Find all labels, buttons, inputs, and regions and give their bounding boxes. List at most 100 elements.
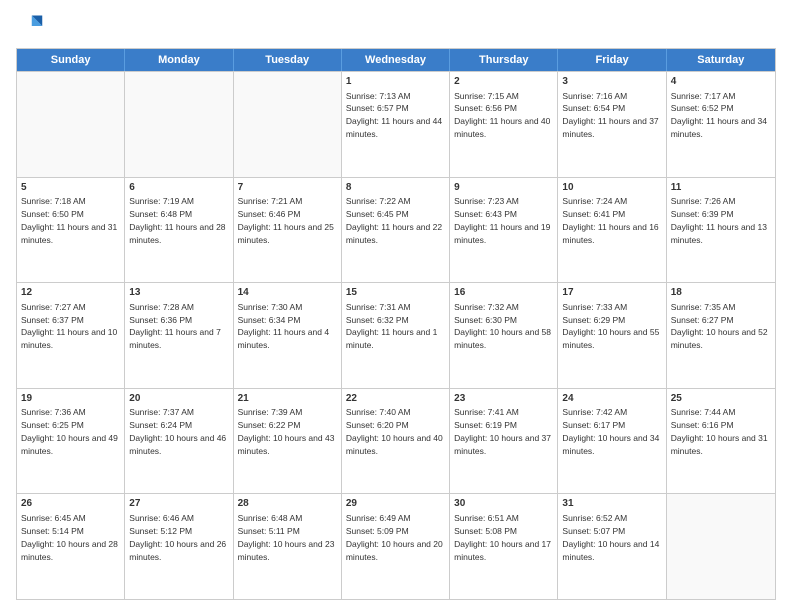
cell-text: Sunrise: 7:44 AM Sunset: 6:16 PM Dayligh… <box>671 407 768 456</box>
day-number: 15 <box>346 286 445 300</box>
day-number: 27 <box>129 497 228 511</box>
calendar-cell: 29 Sunrise: 6:49 AM Sunset: 5:09 PM Dayli… <box>342 494 450 599</box>
day-number: 3 <box>562 75 661 89</box>
calendar-row: 12Sunrise: 7:27 AM Sunset: 6:37 PM Dayli… <box>17 282 775 388</box>
calendar-cell: 23Sunrise: 7:41 AM Sunset: 6:19 PM Dayli… <box>450 389 558 494</box>
cell-text: Sunrise: 7:28 AM Sunset: 6:36 PM Dayligh… <box>129 302 221 351</box>
calendar: SundayMondayTuesdayWednesdayThursdayFrid… <box>16 48 776 600</box>
calendar-cell: 16 Sunrise: 7:32 AM Sunset: 6:30 PM Dayli… <box>450 283 558 388</box>
calendar-cell: 3 Sunrise: 7:16 AM Sunset: 6:54 PM Daylig… <box>558 72 666 177</box>
cell-text: Sunrise: 6:49 AM Sunset: 5:09 PM Dayligh… <box>346 513 443 562</box>
calendar-cell: 19Sunrise: 7:36 AM Sunset: 6:25 PM Dayli… <box>17 389 125 494</box>
calendar-cell: 27 Sunrise: 6:46 AM Sunset: 5:12 PM Dayli… <box>125 494 233 599</box>
logo <box>16 12 46 40</box>
calendar-header-cell: Friday <box>558 49 666 71</box>
cell-text: Sunrise: 7:35 AM Sunset: 6:27 PM Dayligh… <box>671 302 768 351</box>
calendar-row: 19Sunrise: 7:36 AM Sunset: 6:25 PM Dayli… <box>17 388 775 494</box>
cell-text: Sunrise: 6:45 AM Sunset: 5:14 PM Dayligh… <box>21 513 118 562</box>
cell-text: Sunrise: 7:23 AM Sunset: 6:43 PM Dayligh… <box>454 196 550 245</box>
day-number: 14 <box>238 286 337 300</box>
day-number: 4 <box>671 75 771 89</box>
day-number: 26 <box>21 497 120 511</box>
cell-text: Sunrise: 6:46 AM Sunset: 5:12 PM Dayligh… <box>129 513 226 562</box>
calendar-cell: 7Sunrise: 7:21 AM Sunset: 6:46 PM Daylig… <box>234 178 342 283</box>
calendar-row: 26 Sunrise: 6:45 AM Sunset: 5:14 PM Dayli… <box>17 493 775 599</box>
day-number: 9 <box>454 181 553 195</box>
day-number: 11 <box>671 181 771 195</box>
day-number: 17 <box>562 286 661 300</box>
cell-text: Sunrise: 6:51 AM Sunset: 5:08 PM Dayligh… <box>454 513 551 562</box>
calendar-cell: 26 Sunrise: 6:45 AM Sunset: 5:14 PM Dayli… <box>17 494 125 599</box>
calendar-cell: 24Sunrise: 7:42 AM Sunset: 6:17 PM Dayli… <box>558 389 666 494</box>
calendar-cell: 18Sunrise: 7:35 AM Sunset: 6:27 PM Dayli… <box>667 283 775 388</box>
calendar-cell <box>17 72 125 177</box>
calendar-cell: 28 Sunrise: 6:48 AM Sunset: 5:11 PM Dayli… <box>234 494 342 599</box>
calendar-cell: 20Sunrise: 7:37 AM Sunset: 6:24 PM Dayli… <box>125 389 233 494</box>
calendar-cell: 13Sunrise: 7:28 AM Sunset: 6:36 PM Dayli… <box>125 283 233 388</box>
day-number: 16 <box>454 286 553 300</box>
day-number: 22 <box>346 392 445 406</box>
day-number: 10 <box>562 181 661 195</box>
calendar-cell: 4 Sunrise: 7:17 AM Sunset: 6:52 PM Daylig… <box>667 72 775 177</box>
cell-text: Sunrise: 7:37 AM Sunset: 6:24 PM Dayligh… <box>129 407 226 456</box>
day-number: 19 <box>21 392 120 406</box>
calendar-cell: 6Sunrise: 7:19 AM Sunset: 6:48 PM Daylig… <box>125 178 233 283</box>
calendar-cell: 14 Sunrise: 7:30 AM Sunset: 6:34 PM Dayli… <box>234 283 342 388</box>
day-number: 2 <box>454 75 553 89</box>
calendar-header-cell: Saturday <box>667 49 775 71</box>
day-number: 8 <box>346 181 445 195</box>
day-number: 25 <box>671 392 771 406</box>
cell-text: Sunrise: 7:41 AM Sunset: 6:19 PM Dayligh… <box>454 407 551 456</box>
day-number: 28 <box>238 497 337 511</box>
day-number: 5 <box>21 181 120 195</box>
header <box>16 12 776 40</box>
cell-text: Sunrise: 7:15 AM Sunset: 6:56 PM Dayligh… <box>454 91 550 140</box>
day-number: 6 <box>129 181 228 195</box>
calendar-header: SundayMondayTuesdayWednesdayThursdayFrid… <box>17 49 775 71</box>
calendar-cell <box>234 72 342 177</box>
cell-text: Sunrise: 7:30 AM Sunset: 6:34 PM Dayligh… <box>238 302 330 351</box>
cell-text: Sunrise: 7:18 AM Sunset: 6:50 PM Dayligh… <box>21 196 117 245</box>
cell-text: Sunrise: 7:33 AM Sunset: 6:29 PM Dayligh… <box>562 302 659 351</box>
calendar-cell: 9Sunrise: 7:23 AM Sunset: 6:43 PM Daylig… <box>450 178 558 283</box>
cell-text: Sunrise: 7:16 AM Sunset: 6:54 PM Dayligh… <box>562 91 658 140</box>
calendar-header-cell: Wednesday <box>342 49 450 71</box>
day-number: 20 <box>129 392 228 406</box>
cell-text: Sunrise: 7:31 AM Sunset: 6:32 PM Dayligh… <box>346 302 438 351</box>
calendar-cell: 15 Sunrise: 7:31 AM Sunset: 6:32 PM Dayli… <box>342 283 450 388</box>
logo-icon <box>16 12 44 40</box>
day-number: 31 <box>562 497 661 511</box>
calendar-cell: 31 Sunrise: 6:52 AM Sunset: 5:07 PM Dayli… <box>558 494 666 599</box>
calendar-cell: 22Sunrise: 7:40 AM Sunset: 6:20 PM Dayli… <box>342 389 450 494</box>
calendar-cell: 2 Sunrise: 7:15 AM Sunset: 6:56 PM Daylig… <box>450 72 558 177</box>
day-number: 30 <box>454 497 553 511</box>
calendar-cell: 1Sunrise: 7:13 AM Sunset: 6:57 PM Daylig… <box>342 72 450 177</box>
cell-text: Sunrise: 6:48 AM Sunset: 5:11 PM Dayligh… <box>238 513 335 562</box>
calendar-cell: 11Sunrise: 7:26 AM Sunset: 6:39 PM Dayli… <box>667 178 775 283</box>
calendar-cell: 8Sunrise: 7:22 AM Sunset: 6:45 PM Daylig… <box>342 178 450 283</box>
cell-text: Sunrise: 7:26 AM Sunset: 6:39 PM Dayligh… <box>671 196 767 245</box>
cell-text: Sunrise: 6:52 AM Sunset: 5:07 PM Dayligh… <box>562 513 659 562</box>
page: SundayMondayTuesdayWednesdayThursdayFrid… <box>0 0 792 612</box>
calendar-header-cell: Sunday <box>17 49 125 71</box>
cell-text: Sunrise: 7:39 AM Sunset: 6:22 PM Dayligh… <box>238 407 335 456</box>
calendar-row: 1Sunrise: 7:13 AM Sunset: 6:57 PM Daylig… <box>17 71 775 177</box>
calendar-cell <box>125 72 233 177</box>
day-number: 29 <box>346 497 445 511</box>
calendar-cell: 5Sunrise: 7:18 AM Sunset: 6:50 PM Daylig… <box>17 178 125 283</box>
cell-text: Sunrise: 7:42 AM Sunset: 6:17 PM Dayligh… <box>562 407 659 456</box>
day-number: 1 <box>346 75 445 89</box>
cell-text: Sunrise: 7:32 AM Sunset: 6:30 PM Dayligh… <box>454 302 551 351</box>
calendar-cell <box>667 494 775 599</box>
calendar-header-cell: Monday <box>125 49 233 71</box>
day-number: 12 <box>21 286 120 300</box>
calendar-cell: 30 Sunrise: 6:51 AM Sunset: 5:08 PM Dayli… <box>450 494 558 599</box>
cell-text: Sunrise: 7:17 AM Sunset: 6:52 PM Dayligh… <box>671 91 767 140</box>
calendar-cell: 25Sunrise: 7:44 AM Sunset: 6:16 PM Dayli… <box>667 389 775 494</box>
calendar-cell: 12Sunrise: 7:27 AM Sunset: 6:37 PM Dayli… <box>17 283 125 388</box>
cell-text: Sunrise: 7:24 AM Sunset: 6:41 PM Dayligh… <box>562 196 658 245</box>
calendar-row: 5Sunrise: 7:18 AM Sunset: 6:50 PM Daylig… <box>17 177 775 283</box>
day-number: 7 <box>238 181 337 195</box>
cell-text: Sunrise: 7:19 AM Sunset: 6:48 PM Dayligh… <box>129 196 225 245</box>
calendar-body: 1Sunrise: 7:13 AM Sunset: 6:57 PM Daylig… <box>17 71 775 599</box>
